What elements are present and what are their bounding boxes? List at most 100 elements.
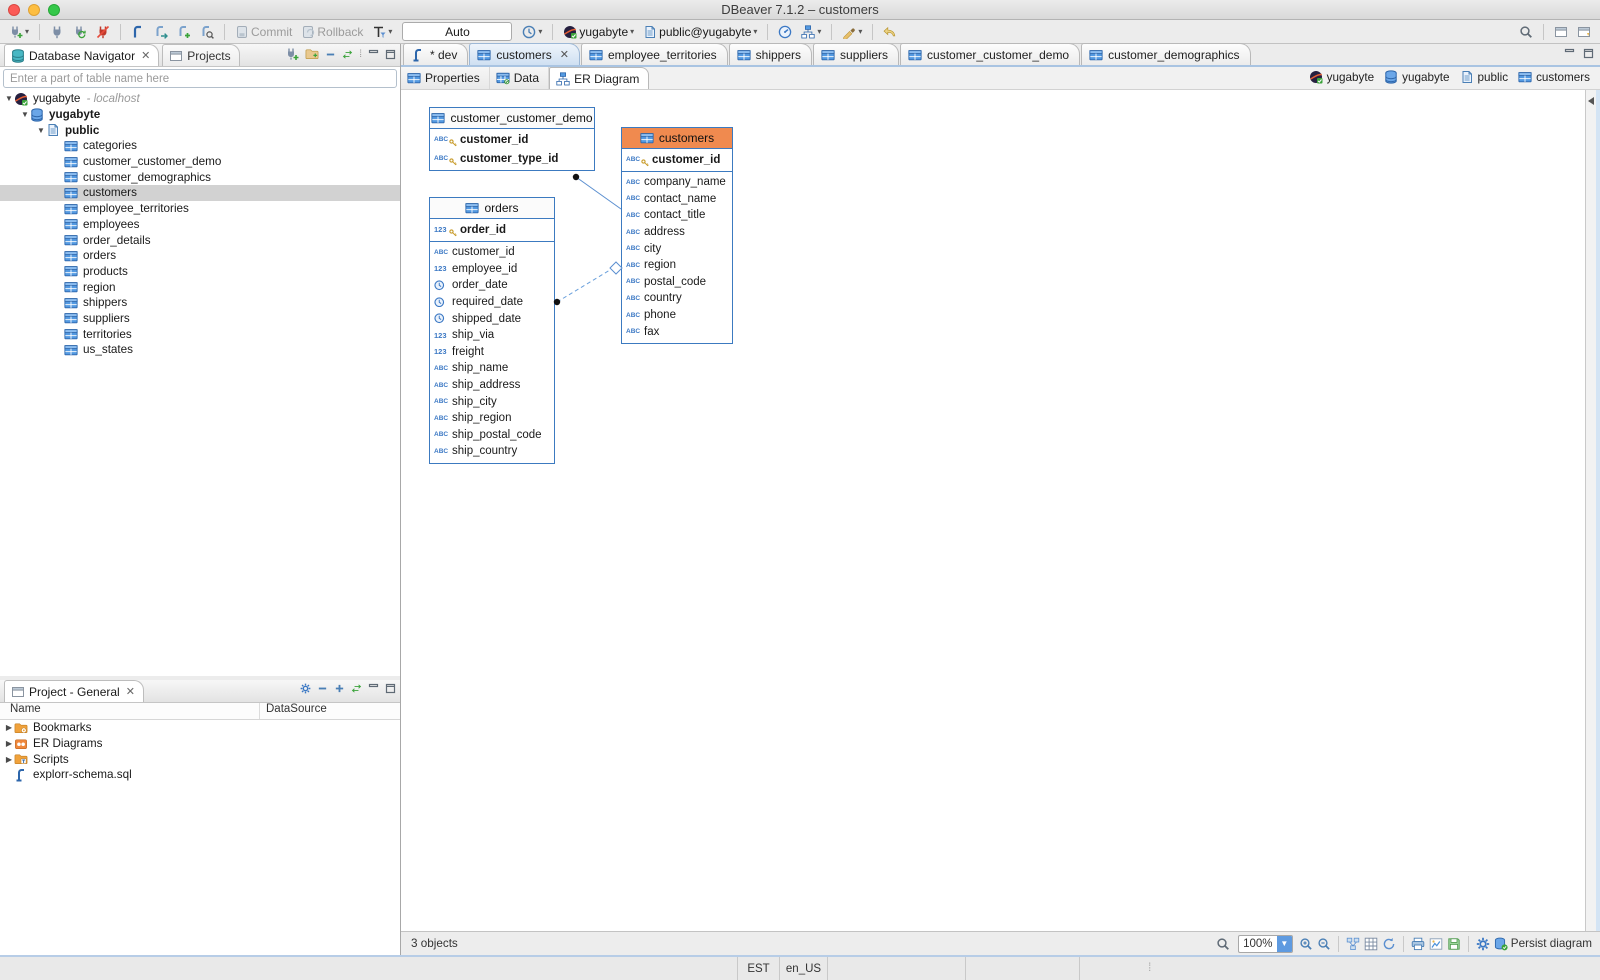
- er-column-customer_id[interactable]: ABCcustomer_id: [622, 150, 732, 169]
- column-datasource[interactable]: DataSource: [260, 703, 400, 719]
- subtab-data[interactable]: Data: [490, 67, 549, 89]
- active-schema-selector[interactable]: public@yugabyte▾: [640, 23, 760, 41]
- reconnect-button[interactable]: [70, 23, 90, 41]
- er-table-customers[interactable]: customersABCcustomer_idABCcompany_nameAB…: [621, 127, 733, 344]
- persist-diagram-button[interactable]: Persist diagram: [1492, 936, 1594, 952]
- tab-database-navigator[interactable]: Database Navigator✕: [4, 44, 159, 66]
- status-drag-handle[interactable]: ⁞: [1148, 960, 1151, 974]
- editor-tab-shippers[interactable]: shippers: [729, 43, 812, 65]
- minimize-window-button[interactable]: [28, 4, 40, 16]
- maximize-window-button[interactable]: [48, 4, 60, 16]
- er-column-region[interactable]: ABCregion: [622, 257, 732, 274]
- diagram-settings-gear-icon[interactable]: [1476, 937, 1490, 951]
- nav-new-folder-icon[interactable]: [305, 47, 319, 61]
- tab-project-general[interactable]: Project - General✕: [4, 680, 144, 702]
- er-column-customer_id[interactable]: ABCcustomer_id: [430, 244, 554, 261]
- editor-tab-customer-customer-demo[interactable]: customer_customer_demo: [900, 43, 1080, 65]
- project-settings-gear-icon[interactable]: [300, 683, 311, 694]
- project-item-scripts[interactable]: ▶Scripts: [0, 751, 400, 767]
- tree-node-table-categories[interactable]: categories: [0, 138, 400, 154]
- expander-icon[interactable]: ▶: [4, 739, 14, 748]
- rollback-button[interactable]: Rollback: [298, 23, 366, 41]
- er-column-order_date[interactable]: order_date: [430, 277, 554, 294]
- editor-tab-employee-territories[interactable]: employee_territories: [581, 43, 728, 65]
- er-column-ship_address[interactable]: ABCship_address: [430, 377, 554, 394]
- er-column-phone[interactable]: ABCphone: [622, 307, 732, 324]
- er-column-employee_id[interactable]: 123employee_id: [430, 261, 554, 278]
- er-column-company_name[interactable]: ABCcompany_name: [622, 174, 732, 191]
- tab-projects[interactable]: Projects: [162, 44, 239, 66]
- er-column-customer_type_id[interactable]: ABCcustomer_type_id: [430, 149, 594, 168]
- er-column-country[interactable]: ABCcountry: [622, 290, 732, 307]
- project-item-er-diagrams[interactable]: ▶ER Diagrams: [0, 736, 400, 752]
- expander-icon[interactable]: ▼: [36, 126, 46, 135]
- project-item-explorr-schema-sql[interactable]: explorr-schema.sql: [0, 767, 400, 783]
- connect-button[interactable]: [47, 23, 67, 41]
- editor-tab--yugabyte-dev[interactable]: * dev: [403, 43, 468, 65]
- breadcrumb-item-customers[interactable]: customers: [1518, 70, 1590, 84]
- subtab-properties[interactable]: Properties: [401, 67, 490, 89]
- expander-icon[interactable]: ▶: [4, 723, 14, 732]
- open-recent-sql-button[interactable]: [151, 23, 171, 41]
- browse-sql-button[interactable]: [197, 23, 217, 41]
- tree-node-table-customer_demographics[interactable]: customer_demographics: [0, 169, 400, 185]
- tree-node-table-region[interactable]: region: [0, 279, 400, 295]
- er-table-header[interactable]: customer_customer_demo: [430, 108, 594, 129]
- back-button[interactable]: [880, 23, 900, 41]
- tree-node-schema[interactable]: ▼public: [0, 122, 400, 138]
- close-window-button[interactable]: [8, 4, 20, 16]
- er-diagram-button[interactable]: ▾: [798, 23, 824, 41]
- disconnect-button[interactable]: [93, 23, 113, 41]
- maximize-panel-icon[interactable]: [385, 683, 396, 694]
- er-table-customer_customer_demo[interactable]: customer_customer_demoABCcustomer_idABCc…: [429, 107, 595, 171]
- er-column-city[interactable]: ABCcity: [622, 240, 732, 257]
- palette-strip[interactable]: [1585, 90, 1596, 931]
- er-column-customer_id[interactable]: ABCcustomer_id: [430, 130, 594, 149]
- maximize-editor-icon[interactable]: [1583, 48, 1594, 59]
- er-column-contact_name[interactable]: ABCcontact_name: [622, 191, 732, 208]
- save-diagram-icon[interactable]: [1447, 937, 1461, 951]
- expander-icon[interactable]: ▶: [4, 755, 14, 764]
- tree-node-database[interactable]: ▼yugabyte: [0, 107, 400, 123]
- er-table-orders[interactable]: orders123order_idABCcustomer_id123employ…: [429, 197, 555, 464]
- tree-node-connection[interactable]: ▼yugabyte- localhost: [0, 91, 400, 107]
- dashboard-button[interactable]: [775, 23, 795, 41]
- er-column-ship_via[interactable]: 123ship_via: [430, 327, 554, 344]
- sql-editor-button[interactable]: [128, 23, 148, 41]
- column-name[interactable]: Name: [0, 703, 260, 719]
- open-perspective-button[interactable]: [1551, 23, 1571, 41]
- new-connection-button[interactable]: ▾: [6, 23, 32, 41]
- er-column-order_id[interactable]: 123order_id: [430, 220, 554, 239]
- er-column-address[interactable]: ABCaddress: [622, 224, 732, 241]
- er-column-shipped_date[interactable]: shipped_date: [430, 310, 554, 327]
- er-column-fax[interactable]: ABCfax: [622, 323, 732, 340]
- transaction-mode-button[interactable]: ▾: [369, 23, 395, 41]
- zoom-in-icon[interactable]: [1299, 937, 1313, 951]
- tools-button[interactable]: ▾: [839, 23, 865, 41]
- editor-tab-customer-demographics[interactable]: customer_demographics: [1081, 43, 1250, 65]
- close-icon[interactable]: ✕: [126, 685, 135, 698]
- er-column-contact_title[interactable]: ABCcontact_title: [622, 207, 732, 224]
- refresh-diagram-icon[interactable]: [1382, 937, 1396, 951]
- tree-node-table-territories[interactable]: territories: [0, 326, 400, 342]
- link-editor-icon[interactable]: [342, 49, 353, 60]
- expander-icon[interactable]: ▼: [4, 94, 14, 103]
- er-column-ship_city[interactable]: ABCship_city: [430, 393, 554, 410]
- er-column-required_date[interactable]: required_date: [430, 294, 554, 311]
- er-column-freight[interactable]: 123freight: [430, 344, 554, 361]
- maximize-panel-icon[interactable]: [385, 49, 396, 60]
- editor-tab-suppliers[interactable]: suppliers: [813, 43, 899, 65]
- toggle-grid-icon[interactable]: [1364, 937, 1378, 951]
- er-diagram-canvas[interactable]: customer_customer_demoABCcustomer_idABCc…: [401, 90, 1600, 931]
- project-link-icon[interactable]: [351, 683, 362, 694]
- zoom-out-icon[interactable]: [1317, 937, 1331, 951]
- close-icon[interactable]: ✕: [141, 49, 150, 62]
- breadcrumb-item-yugabyte[interactable]: yugabyte: [1309, 70, 1374, 84]
- arrange-diagram-icon[interactable]: [1346, 937, 1360, 951]
- er-column-ship_postal_code[interactable]: ABCship_postal_code: [430, 427, 554, 444]
- expander-icon[interactable]: ▼: [20, 110, 30, 119]
- tree-node-table-customers[interactable]: customers: [0, 185, 400, 201]
- er-column-ship_region[interactable]: ABCship_region: [430, 410, 554, 427]
- collapse-all-icon[interactable]: [325, 49, 336, 60]
- project-remove-icon[interactable]: [317, 683, 328, 694]
